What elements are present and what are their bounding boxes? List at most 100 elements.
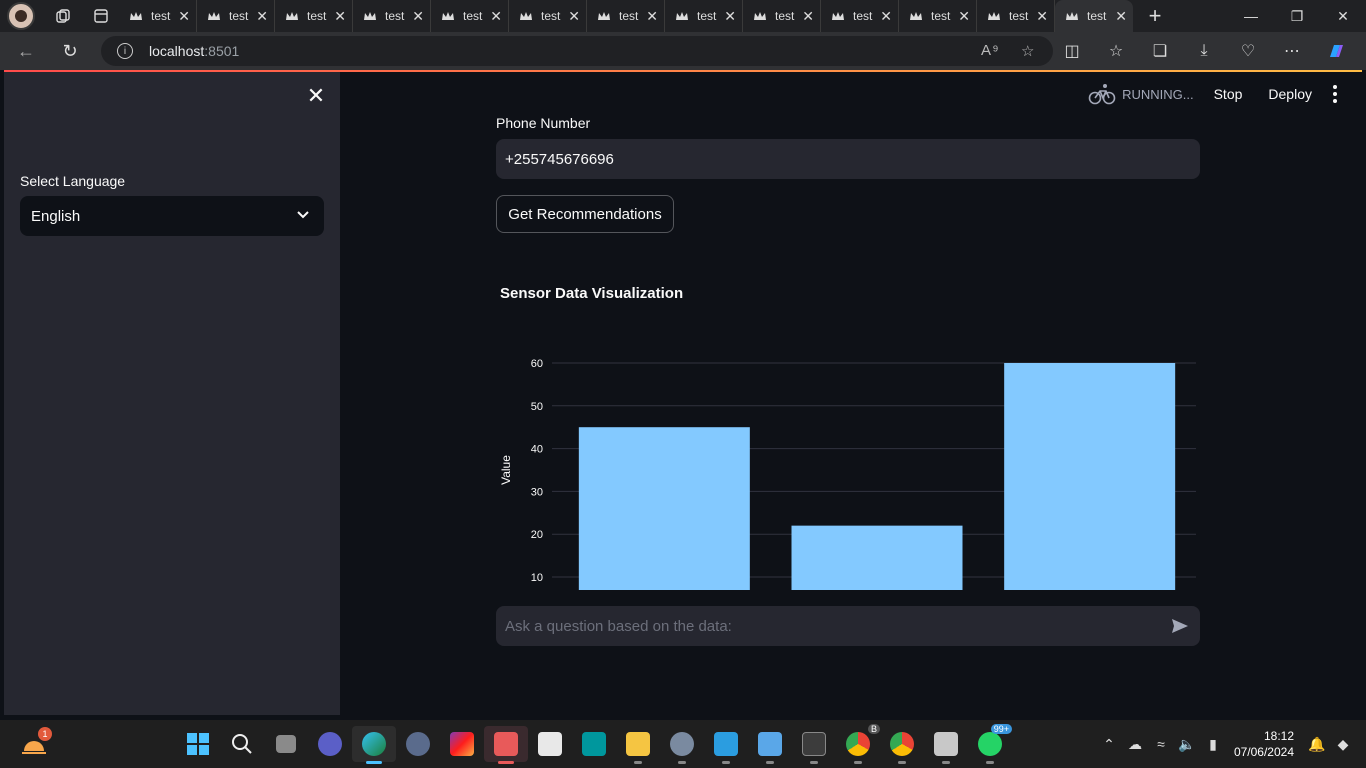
wifi-icon[interactable]: ≈ (1148, 736, 1174, 752)
meet-icon[interactable] (308, 726, 352, 762)
browser-tab[interactable]: test ✕ (821, 0, 899, 32)
y-tick-label: 10 (531, 572, 543, 584)
workspaces-icon[interactable] (53, 6, 73, 26)
browser-tab[interactable]: test ✕ (1055, 0, 1133, 32)
chart-bar[interactable] (791, 525, 963, 590)
close-tab-icon[interactable]: ✕ (256, 8, 268, 25)
copilot-icon[interactable] (1314, 36, 1358, 66)
app-status-bar: RUNNING... Stop Deploy (1088, 82, 1340, 106)
arduino-icon[interactable] (572, 726, 616, 762)
clock[interactable]: 18:12 07/06/2024 (1234, 728, 1294, 760)
language-select-value: English (31, 207, 81, 225)
profile-avatar[interactable] (7, 2, 35, 30)
chart-bar[interactable] (1004, 363, 1176, 590)
collections-icon[interactable]: ❏ (1138, 36, 1182, 66)
back-button[interactable]: ← (8, 36, 44, 66)
streamlit-crown-icon (520, 12, 532, 20)
bug-tool-icon[interactable] (396, 726, 440, 762)
restore-button[interactable]: ❐ (1274, 0, 1320, 32)
browser-tab[interactable]: test ✕ (431, 0, 509, 32)
browser-tab-strip: test ✕ test ✕ test ✕ test ✕ test ✕ test ✕ test ✕ test ✕… (0, 0, 1366, 32)
close-tab-icon[interactable]: ✕ (334, 8, 346, 25)
main-area: RUNNING... Stop Deploy Phone Number +255… (340, 72, 1362, 715)
browser-tab[interactable]: test ✕ (119, 0, 197, 32)
browser-tab[interactable]: test ✕ (197, 0, 275, 32)
phone-number-input[interactable]: +255745676696 (496, 139, 1200, 179)
tab-actions-icon[interactable] (91, 6, 111, 26)
browser-tab[interactable]: test ✕ (899, 0, 977, 32)
close-tab-icon[interactable]: ✕ (412, 8, 424, 25)
browser-tab[interactable]: test ✕ (587, 0, 665, 32)
battery-icon[interactable]: ▮ (1200, 736, 1226, 753)
close-tab-icon[interactable]: ✕ (646, 8, 658, 25)
favorite-star-icon[interactable]: ☆ (1021, 42, 1034, 60)
task-view-icon[interactable] (264, 726, 308, 762)
close-tab-icon[interactable]: ✕ (490, 8, 502, 25)
new-tab-button[interactable]: + (1133, 0, 1177, 32)
edge-browser-icon[interactable] (352, 726, 396, 764)
close-window-button[interactable]: ✕ (1320, 0, 1366, 32)
browser-tab[interactable]: test ✕ (977, 0, 1055, 32)
docker-icon[interactable] (924, 726, 968, 764)
notification-bell-icon[interactable]: 🔔 (1304, 736, 1330, 753)
close-tab-icon[interactable]: ✕ (568, 8, 580, 25)
search-icon[interactable] (220, 726, 264, 762)
minimize-button[interactable]: — (1228, 0, 1274, 32)
browser-tab-label: test (229, 9, 249, 23)
address-bar[interactable]: i localhost:8501 A ⁹ ☆ (101, 36, 1053, 66)
browser-tab[interactable]: test ✕ (353, 0, 431, 32)
streamlit-crown-icon (832, 12, 844, 20)
chart-bar[interactable] (578, 427, 750, 590)
volume-icon[interactable]: 🔈 (1174, 736, 1200, 753)
weather-widget[interactable]: 1 (20, 727, 52, 757)
instagram-icon[interactable] (440, 726, 484, 762)
chrome-profile-icon[interactable]: B (836, 724, 880, 764)
deploy-button[interactable]: Deploy (1268, 86, 1312, 102)
close-tab-icon[interactable]: ✕ (1036, 8, 1048, 25)
close-tab-icon[interactable]: ✕ (958, 8, 970, 25)
whatsapp-badge: 99+ (990, 724, 1012, 734)
windows-taskbar: 1 B 99+ ⌃ ☁ ≈ 🔈 ▮ 18:12 07/06/2024 🔔 ◆ (0, 720, 1366, 768)
file-explorer-icon[interactable] (616, 726, 660, 764)
chevron-up-icon[interactable]: ⌃ (1096, 736, 1122, 753)
language-select[interactable]: English (20, 196, 324, 236)
close-tab-icon[interactable]: ✕ (724, 8, 736, 25)
read-aloud-icon[interactable]: A ⁹ (981, 42, 999, 59)
downloads-icon[interactable]: ⤓ (1182, 36, 1226, 66)
performance-icon[interactable]: ♡ (1226, 36, 1270, 66)
close-tab-icon[interactable]: ✕ (1115, 8, 1127, 25)
chat-input[interactable]: Ask a question based on the data: (496, 606, 1200, 646)
split-screen-icon[interactable]: ◫ (1050, 36, 1094, 66)
terminal-icon[interactable] (792, 726, 836, 764)
close-tab-icon[interactable]: ✕ (880, 8, 892, 25)
main-menu-icon[interactable] (1330, 85, 1340, 103)
browser-tab[interactable]: test ✕ (275, 0, 353, 32)
onedrive-icon[interactable]: ☁ (1122, 736, 1148, 753)
start-button[interactable] (176, 726, 220, 762)
refresh-button[interactable]: ↻ (52, 36, 88, 66)
copilot-taskbar-icon[interactable]: ◆ (1330, 736, 1356, 753)
snipping-tool-icon[interactable] (528, 726, 572, 762)
microsoft-store-icon[interactable] (484, 726, 528, 764)
vscode-icon[interactable] (704, 726, 748, 764)
site-info-icon[interactable]: i (117, 43, 133, 59)
browser-tab[interactable]: test ✕ (743, 0, 821, 32)
send-icon[interactable] (1170, 616, 1190, 636)
get-recommendations-button[interactable]: Get Recommendations (496, 195, 674, 233)
streamlit-crown-icon (1066, 12, 1078, 20)
browser-tab[interactable]: test ✕ (509, 0, 587, 32)
whatsapp-icon[interactable]: 99+ (968, 724, 1012, 764)
more-menu-icon[interactable]: ⋯ (1270, 36, 1314, 66)
streamlit-crown-icon (754, 12, 766, 20)
browser-tab-label: test (541, 9, 561, 23)
close-tab-icon[interactable]: ✕ (802, 8, 814, 25)
close-tab-icon[interactable]: ✕ (178, 8, 190, 25)
notepad-icon[interactable] (748, 726, 792, 764)
browser-tab[interactable]: test ✕ (665, 0, 743, 32)
y-tick-label: 60 (531, 358, 543, 370)
favorites-icon[interactable]: ☆ (1094, 36, 1138, 66)
chrome-icon[interactable] (880, 726, 924, 764)
close-sidebar-button[interactable]: ✕ (304, 83, 328, 108)
stop-button[interactable]: Stop (1214, 86, 1243, 102)
settings-icon[interactable] (660, 726, 704, 764)
